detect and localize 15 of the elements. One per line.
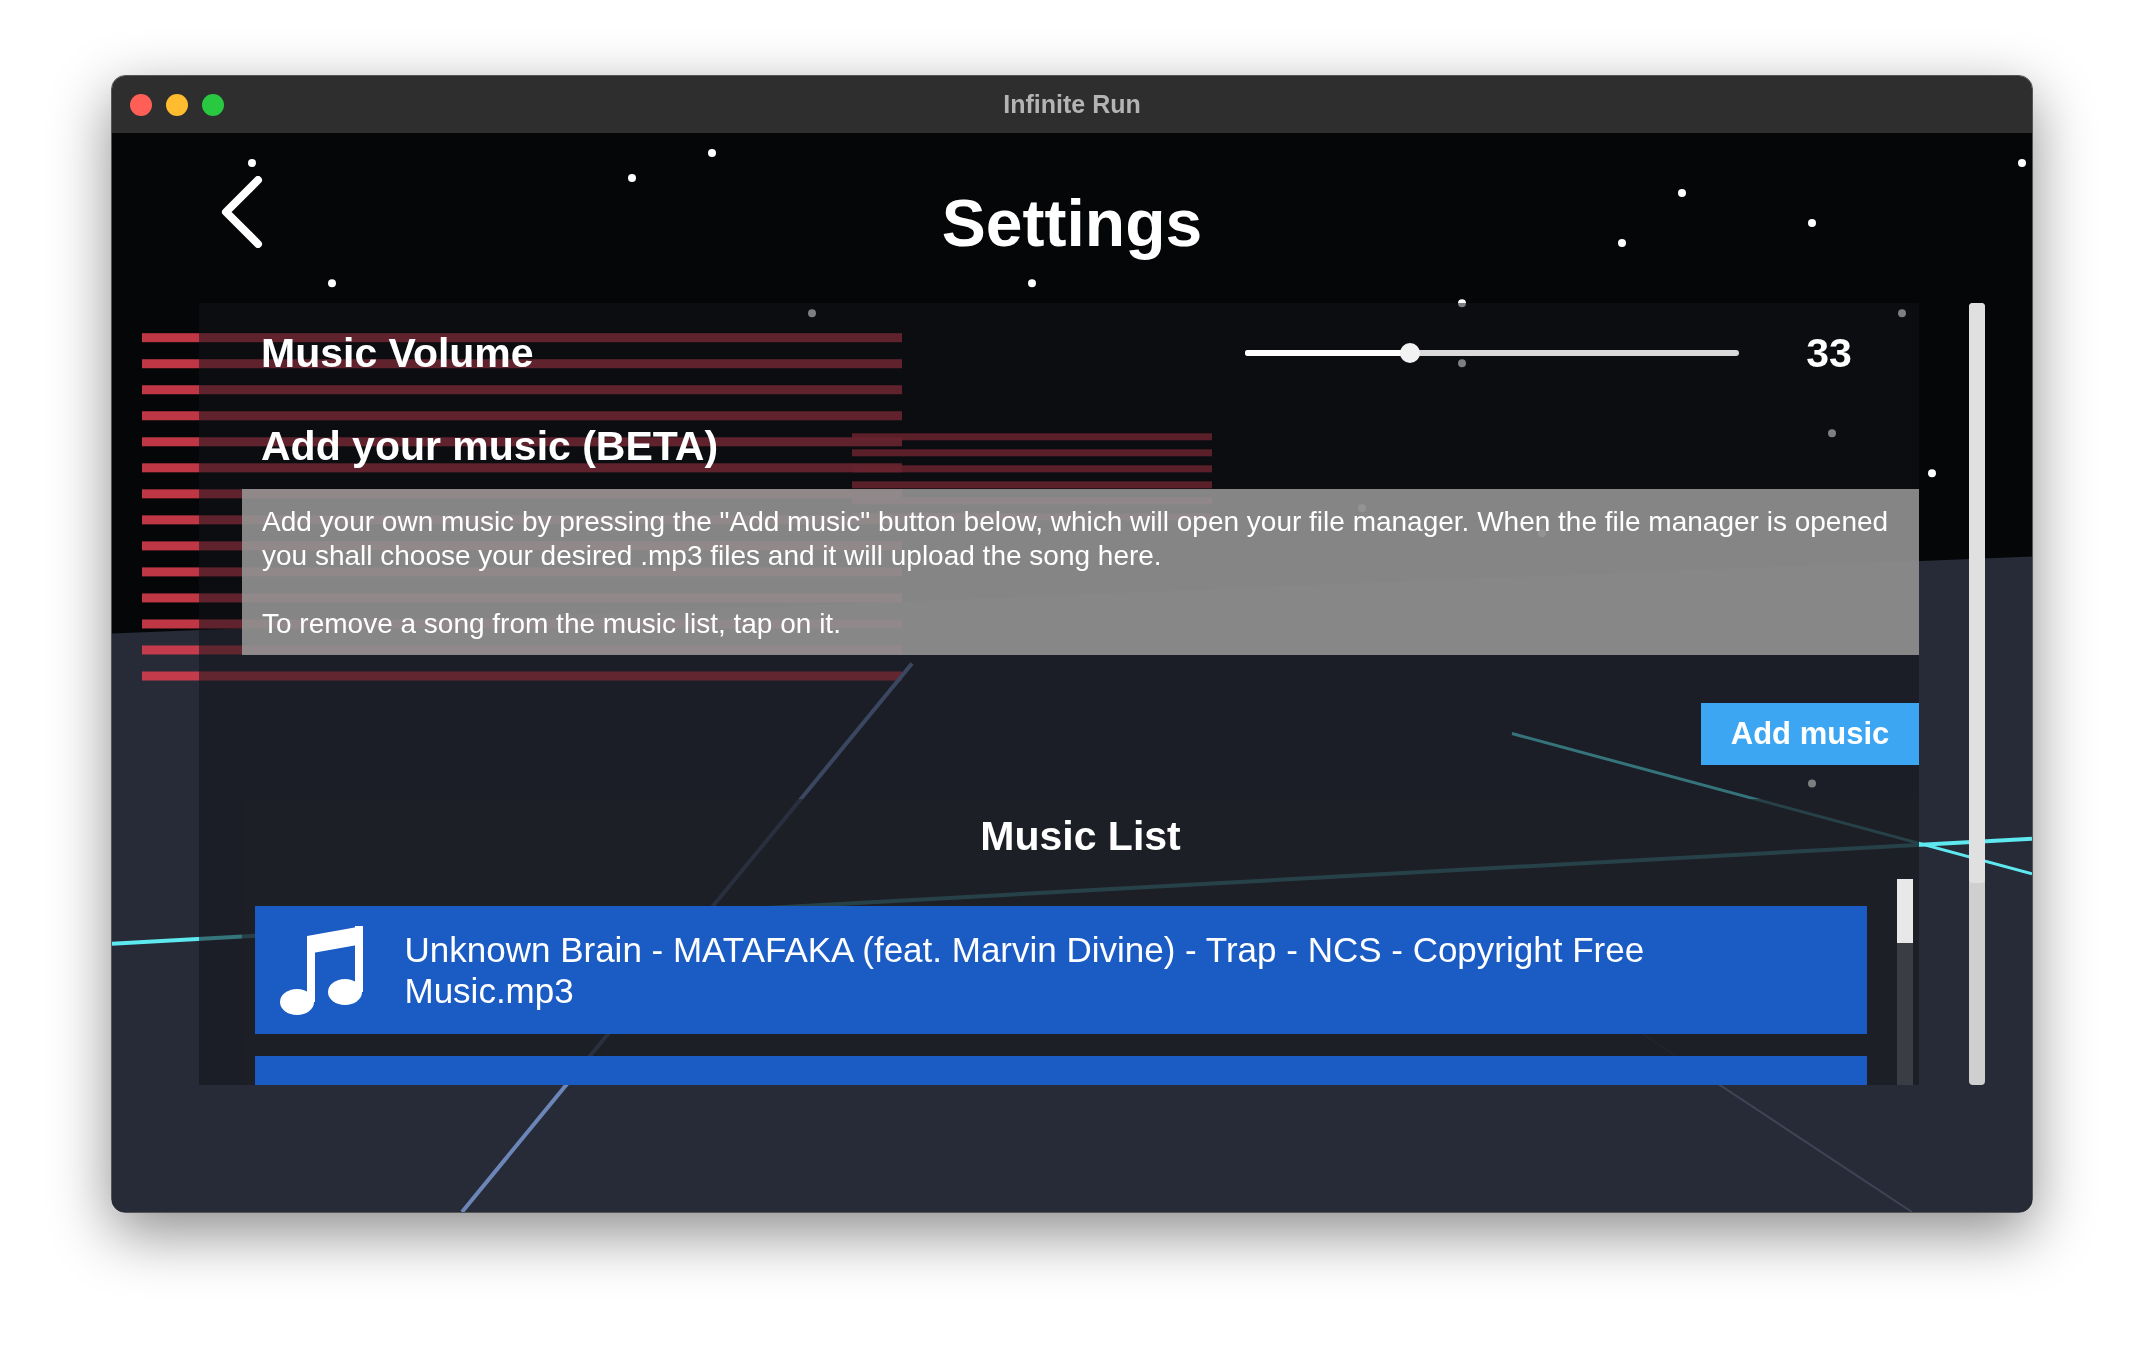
close-button[interactable]: [130, 93, 152, 116]
music-list-title: Music List: [980, 812, 1181, 860]
list-scrollbar[interactable]: [1897, 879, 1913, 1085]
volume-slider[interactable]: [1245, 341, 1739, 365]
section-heading: Add your music (BETA): [261, 422, 719, 470]
volume-label: Music Volume: [261, 329, 534, 377]
screen-title: Settings: [941, 186, 1203, 260]
zoom-button[interactable]: [202, 93, 224, 116]
info-paragraph: Add your own music by pressing the "Add music" button below, which will open your file manager. When the file manager is opened you shall choose your desired .mp3 files and it will upload the song here.: [262, 505, 1890, 573]
song-item[interactable]: Unknown Brain - MATAFAKA (feat. Marvin Divine) - Trap - NCS - Copyright Free Music.mp3: [254, 906, 1867, 1034]
panel-scrollbar[interactable]: [1969, 303, 1985, 1085]
minimize-button[interactable]: [166, 93, 188, 116]
volume-value: 33: [1805, 329, 1853, 377]
window-title: Infinite Run: [1003, 90, 1141, 118]
info-paragraph: To remove a song from the music list, tap on it.: [262, 607, 842, 641]
